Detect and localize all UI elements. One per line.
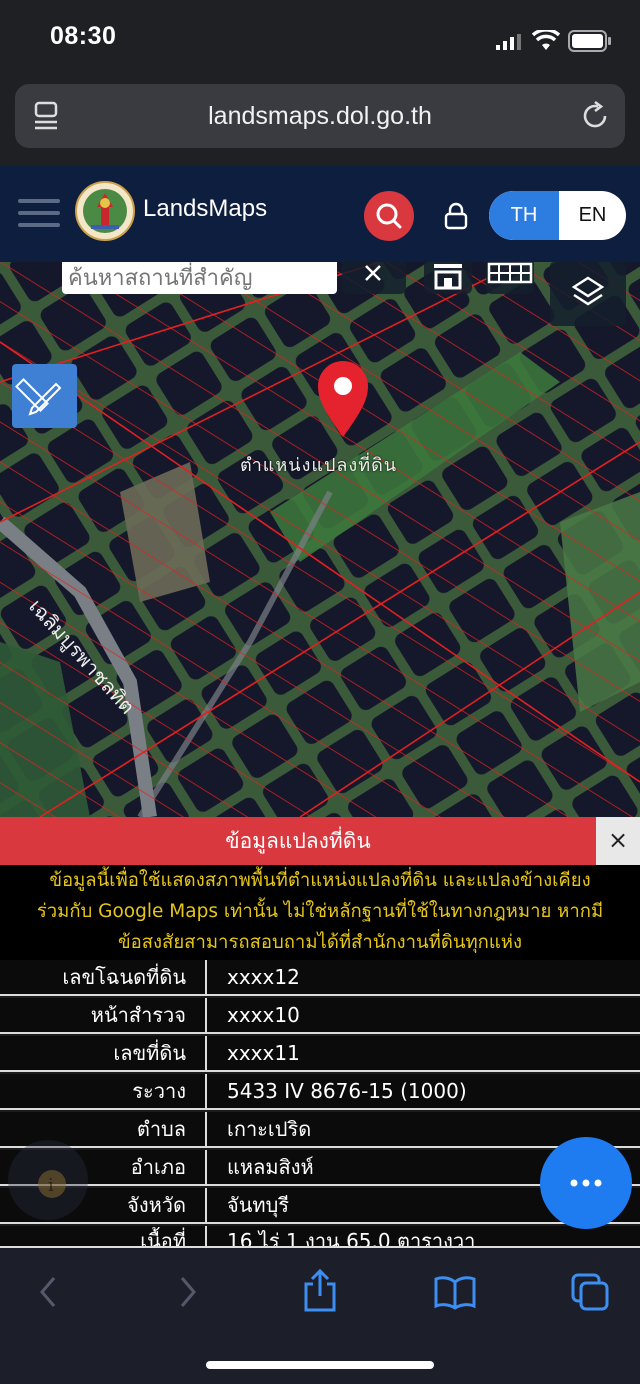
svg-text:i: i bbox=[48, 1175, 54, 1196]
search-button[interactable] bbox=[364, 191, 414, 241]
department-logo-icon bbox=[75, 181, 135, 241]
landmark-search-input[interactable] bbox=[62, 262, 337, 294]
row-value: xxxx11 bbox=[227, 1041, 300, 1065]
measure-tool-button[interactable] bbox=[12, 364, 77, 428]
ruler-pencil-icon bbox=[15, 378, 62, 416]
battery-icon bbox=[568, 30, 612, 52]
status-time: 08:30 bbox=[50, 22, 117, 50]
row-value: แหลมสิงห์ bbox=[227, 1155, 314, 1179]
row-label: เลขโฉนดที่ดิน bbox=[62, 965, 186, 989]
row-value: เกาะเปริด bbox=[227, 1117, 312, 1141]
url-text[interactable]: landsmaps.dol.go.th bbox=[0, 102, 640, 131]
marker-label: ตำแหน่งแปลงที่ดิน bbox=[240, 455, 398, 476]
building-icon bbox=[434, 264, 462, 290]
row-label: ระวาง bbox=[132, 1079, 186, 1103]
forward-icon[interactable] bbox=[172, 1274, 202, 1310]
tabs-icon[interactable] bbox=[570, 1272, 610, 1312]
info-row: เลขโฉนดที่ดิน xxxx12 bbox=[0, 960, 640, 996]
info-row: เนื้อที่ 16 ไร่ 1 งาน 65.0 ตารางวา bbox=[0, 1226, 640, 1248]
satellite-map: เฉลิมบูรพาชลทิต bbox=[0, 262, 640, 817]
row-label: หน้าสำรวจ bbox=[90, 1003, 186, 1027]
signal-icon bbox=[496, 34, 522, 50]
share-icon[interactable] bbox=[301, 1268, 339, 1314]
bookmarks-icon[interactable] bbox=[433, 1274, 477, 1310]
wifi-icon bbox=[531, 28, 561, 52]
ellipsis-icon bbox=[570, 1179, 602, 1187]
row-value: xxxx10 bbox=[227, 1003, 300, 1027]
row-label: เนื้อที่ bbox=[140, 1229, 186, 1248]
row-value: 5433 IV 8676-15 (1000) bbox=[227, 1079, 467, 1103]
lock-icon[interactable] bbox=[443, 202, 469, 230]
disclaimer: ข้อมูลนี้เพื่อใช้แสดงสภาพพื้นที่ตำแหน่งแ… bbox=[0, 865, 640, 960]
clear-search-button[interactable] bbox=[342, 262, 406, 294]
search-icon bbox=[376, 203, 402, 229]
map-view[interactable]: เฉลิมบูรพาชลทิต bbox=[0, 262, 640, 817]
grid-icon bbox=[487, 262, 533, 284]
row-value: xxxx12 bbox=[227, 965, 300, 989]
home-indicator bbox=[206, 1361, 434, 1369]
reload-icon[interactable] bbox=[581, 100, 611, 131]
info-row: ระวาง 5433 IV 8676-15 (1000) bbox=[0, 1074, 640, 1110]
layers-icon bbox=[571, 276, 605, 306]
row-value: จันทบุรี bbox=[227, 1193, 290, 1217]
info-icon[interactable]: i bbox=[8, 1140, 88, 1220]
panel-close-button[interactable]: × bbox=[596, 817, 640, 865]
building-layer-button[interactable] bbox=[424, 262, 472, 294]
more-options-button[interactable] bbox=[540, 1137, 632, 1229]
brand-name: LandsMaps bbox=[143, 195, 268, 222]
info-row: เลขที่ดิน xxxx11 bbox=[0, 1036, 640, 1072]
grid-layer-button[interactable] bbox=[486, 262, 534, 294]
disclaimer-line: ข้อมูลนี้เพื่อใช้แสดงสภาพพื้นที่ตำแหน่งแ… bbox=[49, 870, 591, 891]
disclaimer-line: ร่วมกับ Google Maps เท่านั้น ไม่ใช่หลักฐ… bbox=[36, 901, 604, 922]
hamburger-menu-icon[interactable] bbox=[18, 196, 60, 230]
row-value: 16 ไร่ 1 งาน 65.0 ตารางวา bbox=[227, 1229, 476, 1248]
panel-title: ข้อมูลแปลงที่ดิน bbox=[0, 817, 596, 865]
lang-en-button[interactable]: EN bbox=[559, 191, 626, 240]
close-icon bbox=[365, 265, 381, 281]
row-label: เลขที่ดิน bbox=[113, 1041, 186, 1065]
disclaimer-line: ข้อสงสัยสามารถสอบถามได้ที่สำนักงานที่ดิน… bbox=[117, 932, 523, 953]
info-row: หน้าสำรวจ xxxx10 bbox=[0, 998, 640, 1034]
lang-th-button[interactable]: TH bbox=[489, 191, 559, 240]
language-toggle[interactable]: TH EN bbox=[489, 191, 626, 240]
layers-button[interactable] bbox=[550, 262, 626, 326]
back-icon[interactable] bbox=[34, 1274, 64, 1310]
